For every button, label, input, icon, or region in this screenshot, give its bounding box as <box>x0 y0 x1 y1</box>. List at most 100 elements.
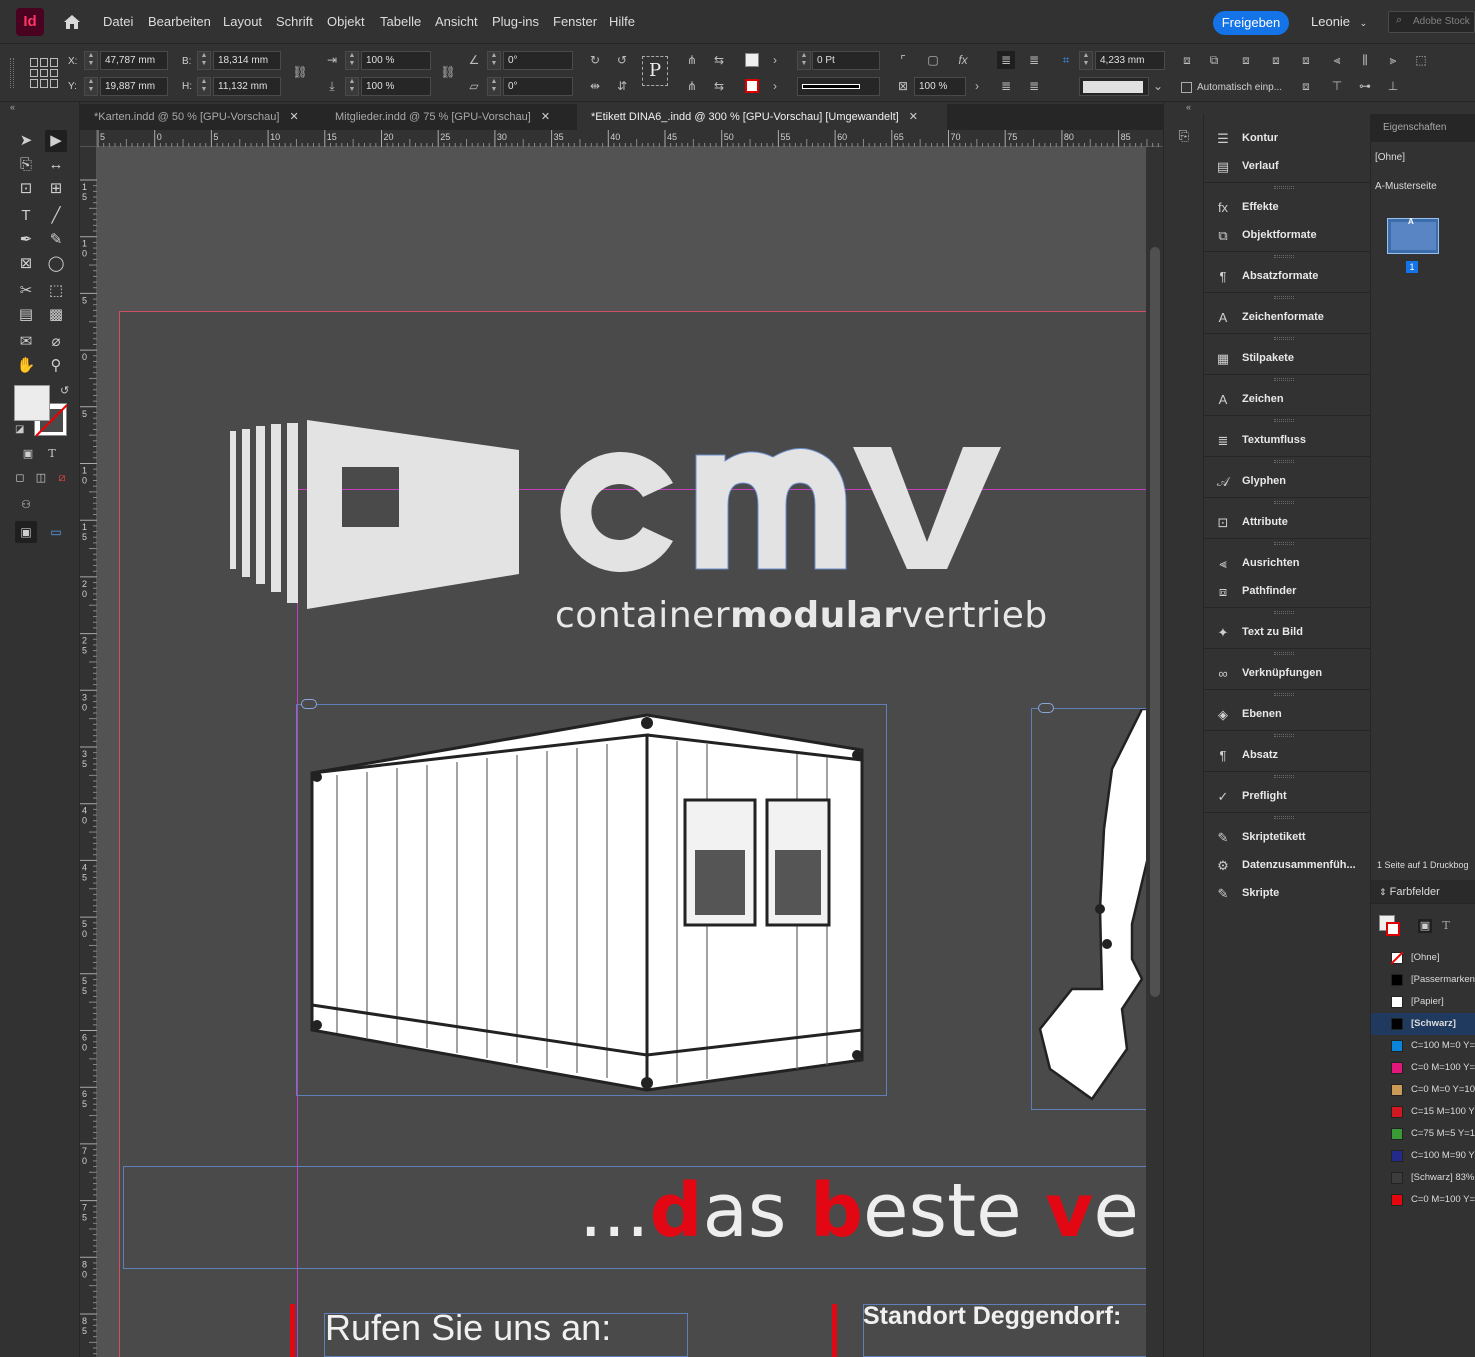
normal-view-icon[interactable]: ▣ <box>15 521 37 543</box>
scale-x-stepper[interactable]: ▲ ▼ <box>345 51 359 70</box>
panel-grip[interactable] <box>1274 186 1294 189</box>
panel-item-textumfluss[interactable]: ≣ Textumfluss <box>1204 428 1370 454</box>
ellipse-tool-icon[interactable]: ◯ <box>45 253 67 275</box>
scale-x-field[interactable]: 100 % <box>361 51 431 70</box>
panel-grip[interactable] <box>1274 816 1294 819</box>
formatting-container-icon[interactable]: ▣ <box>17 443 39 465</box>
panel-grip[interactable] <box>1274 296 1294 299</box>
menu-plugins[interactable]: Plug-ins <box>492 14 539 29</box>
fill-color-icon[interactable] <box>14 385 50 421</box>
corner-options-icon[interactable]: ⌜ <box>894 51 912 69</box>
frame-color-select[interactable] <box>1079 77 1149 96</box>
fit-content-icon[interactable]: ⧉ <box>1205 51 1223 69</box>
share-button[interactable]: Freigeben <box>1213 11 1289 35</box>
tab-etikett[interactable]: *Etikett DINA6_.indd @ 300 % [GPU-Vorsch… <box>577 104 947 130</box>
fill-swatch[interactable] <box>745 53 759 67</box>
user-menu[interactable]: Leonie ⌄ <box>1311 14 1367 29</box>
text-wrap-bbox-icon[interactable]: ≣ <box>1025 51 1043 69</box>
panel-item-zeichen[interactable]: A Zeichen <box>1204 387 1370 413</box>
close-icon[interactable]: ✕ <box>279 111 298 123</box>
panel-grip[interactable] <box>1274 337 1294 340</box>
menu-tabelle[interactable]: Tabelle <box>380 14 421 29</box>
stroke-swatch[interactable] <box>745 79 759 93</box>
menu-ansicht[interactable]: Ansicht <box>435 14 478 29</box>
content-placer-icon[interactable]: ⊞ <box>45 178 67 200</box>
panel-grip[interactable] <box>1274 775 1294 778</box>
gap-tool-icon[interactable]: ↔ <box>45 154 67 176</box>
formatting-text-icon[interactable]: T <box>41 443 63 465</box>
align-middle-icon[interactable]: ⊶ <box>1356 77 1374 95</box>
panel-item-verlauf[interactable]: ▤ Verlauf <box>1204 154 1370 180</box>
shear-field[interactable]: 0° <box>503 77 573 96</box>
link-scale-icon[interactable]: ⛓ <box>439 63 457 81</box>
swatch-row[interactable]: C=0 M=100 Y=0 <box>1371 1057 1475 1079</box>
select-container-icon[interactable]: ⋔ <box>683 51 701 69</box>
apply-gradient-icon[interactable]: ◫ <box>30 467 52 489</box>
menu-fenster[interactable]: Fenster <box>553 14 597 29</box>
document-canvas[interactable]: containermodularvertrieb ...das beste ve… <box>97 147 1146 1357</box>
center-content-icon[interactable]: ⧈ <box>1297 51 1315 69</box>
align-left-icon[interactable]: ⫷ <box>1328 51 1346 69</box>
ruler-origin[interactable] <box>80 130 97 147</box>
offset-stepper[interactable]: ▲ ▼ <box>1079 51 1093 70</box>
page-panel-icon[interactable]: ⎘ <box>1174 128 1194 148</box>
tab-mitglieder[interactable]: Mitglieder.indd @ 75 % [GPU-Vorschau] ✕ <box>321 104 577 130</box>
image-frame-excavator[interactable] <box>1031 707 1146 1110</box>
type-tool-icon[interactable]: T <box>15 205 37 227</box>
none-master-label[interactable]: [Ohne] <box>1375 152 1405 163</box>
rotate-field[interactable]: 0° <box>503 51 573 70</box>
panel-grip[interactable] <box>1274 693 1294 696</box>
eyedropper-tool-icon[interactable]: ⌀ <box>45 331 67 353</box>
panel-grip[interactable] <box>1274 460 1294 463</box>
panel-item-zeichenformate[interactable]: A Zeichenformate <box>1204 305 1370 331</box>
screen-mode-icon[interactable]: ▭ <box>45 521 67 543</box>
corner-shape-icon[interactable]: ▢ <box>924 51 942 69</box>
content-aware-fit-icon[interactable]: ⧈ <box>1297 77 1315 95</box>
flip-horizontal-icon[interactable]: ⇹ <box>586 77 604 95</box>
panel-item-datenzusammenfüh-[interactable]: ⚙ Datenzusammenfüh... <box>1204 853 1370 879</box>
swatches-title[interactable]: ⇕ Farbfelder <box>1379 886 1440 898</box>
rotate-stepper[interactable]: ▲ ▼ <box>487 51 501 70</box>
fit-frame-icon[interactable]: ⧈ <box>1178 51 1196 69</box>
panel-grip[interactable] <box>1274 734 1294 737</box>
menu-bearbeiten[interactable]: Bearbeiten <box>148 14 211 29</box>
rotate-ccw-icon[interactable]: ↺ <box>613 51 631 69</box>
x-field[interactable]: 47,787 mm <box>100 51 168 70</box>
align-to-icon[interactable]: ⬚ <box>1412 51 1430 69</box>
panel-grip[interactable] <box>1274 611 1294 614</box>
select-previous-icon[interactable]: ⇆ <box>710 51 728 69</box>
home-icon[interactable] <box>62 12 82 32</box>
panel-grip[interactable] <box>10 58 14 88</box>
panel-item-ebenen[interactable]: ◈ Ebenen <box>1204 702 1370 728</box>
default-colors-icon[interactable]: ◪ <box>15 424 24 435</box>
fx-icon[interactable]: fx <box>954 51 972 69</box>
offset-field[interactable]: 4,233 mm <box>1095 51 1165 70</box>
flip-vertical-icon[interactable]: ⇵ <box>613 77 631 95</box>
close-icon[interactable]: ✕ <box>899 111 918 123</box>
note-tool-icon[interactable]: ✉ <box>15 331 37 353</box>
close-icon[interactable]: ✕ <box>531 111 550 123</box>
pencil-tool-icon[interactable]: ✎ <box>45 229 67 251</box>
panel-item-pathfinder[interactable]: ⧈ Pathfinder <box>1204 579 1370 605</box>
frame-color-dropdown-icon[interactable]: ⌄ <box>1149 77 1167 95</box>
align-top-icon[interactable]: ⊤ <box>1328 77 1346 95</box>
reference-point-icon[interactable] <box>30 58 60 88</box>
text-wrap-shape-icon[interactable]: ≣ <box>997 77 1015 95</box>
stroke-type-select[interactable] <box>797 77 880 96</box>
content-collector-icon[interactable]: ⊡ <box>15 178 37 200</box>
swatch-row[interactable]: C=0 M=0 Y=100 <box>1371 1079 1475 1101</box>
y-field[interactable]: 19,887 mm <box>100 77 168 96</box>
fill-dropdown-icon[interactable]: › <box>766 51 784 69</box>
align-right-icon[interactable]: ⫸ <box>1384 51 1402 69</box>
select-content-icon[interactable]: ⋔ <box>683 77 701 95</box>
horizontal-ruler[interactable]: 5 0 5 10 15 20 25 30 35 40 45 50 55 60 65 70 75 80 85 <box>80 130 1163 147</box>
panel-item-objektformate[interactable]: ⧉ Objektformate <box>1204 223 1370 249</box>
link-badge-icon[interactable] <box>1038 703 1054 713</box>
shear-stepper[interactable]: ▲ ▼ <box>487 77 501 96</box>
page-tool-icon[interactable]: ⎘ <box>15 154 37 176</box>
hand-tool-icon[interactable]: ✋ <box>15 355 37 377</box>
panel-item-skripte[interactable]: ✎ Skripte <box>1204 881 1370 907</box>
panel-item-text-zu-bild[interactable]: ✦ Text zu Bild <box>1204 620 1370 646</box>
line-tool-icon[interactable]: ╱ <box>45 205 67 227</box>
panel-item-kontur[interactable]: ☰ Kontur <box>1204 126 1370 152</box>
